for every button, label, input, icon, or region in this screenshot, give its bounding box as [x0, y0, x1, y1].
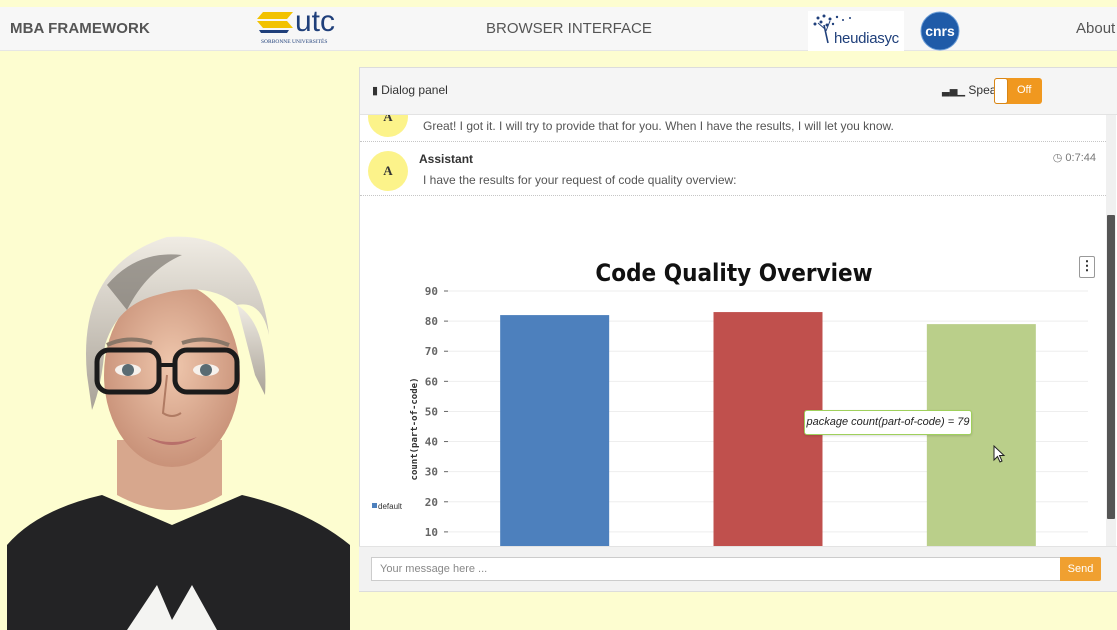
- top-navbar: MBA FRAMEWORK utc SORBONNE UNIVERSITÉS B…: [0, 5, 1117, 51]
- cnrs-logo-text: cnrs: [925, 23, 955, 39]
- message-list[interactable]: A Great! I got it. I will try to provide…: [360, 115, 1106, 579]
- list-item: A Great! I got it. I will try to provide…: [360, 115, 1106, 142]
- dialog-panel-title: ▮ Dialog panel: [372, 83, 448, 97]
- speak-toggle-state: Off: [1017, 84, 1032, 96]
- heudiasyc-logo-text: heudiasyc: [834, 30, 899, 47]
- chart-bar-class: [500, 315, 610, 562]
- dialog-panel-header: ▮ Dialog panel ▃▅▁ Speak Off: [360, 68, 1117, 115]
- y-tick-label: 10: [425, 526, 438, 539]
- clock-icon: ◷: [1052, 152, 1063, 164]
- legend-swatch: [372, 503, 377, 508]
- bar-chart-icon: ▃▅▁: [942, 86, 966, 97]
- message-text: Great! I got it. I will try to provide t…: [423, 119, 894, 133]
- virtual-agent-avatar: [7, 236, 350, 630]
- y-tick-label: 60: [425, 375, 438, 388]
- message-text: I have the results for your request of c…: [423, 173, 737, 187]
- message-author: Assistant: [419, 152, 474, 166]
- message-input-bar: Send: [359, 546, 1117, 591]
- speak-toggle[interactable]: Off: [994, 78, 1042, 104]
- assistant-avatar: A: [368, 151, 408, 191]
- legend-label: default: [378, 502, 403, 511]
- send-button[interactable]: Send: [1060, 557, 1101, 581]
- y-tick-label: 50: [425, 405, 438, 418]
- chart-tooltip: package count(part-of-code) = 79: [804, 410, 972, 435]
- list-item: A Assistant I have the results for your …: [360, 142, 1106, 196]
- utc-logo-text: utc: [295, 5, 336, 38]
- message-input[interactable]: [371, 557, 1065, 581]
- utc-mark-icon: [257, 12, 293, 33]
- message-list-scrollbar[interactable]: [1106, 115, 1116, 579]
- chart-bar-method: [713, 312, 823, 562]
- y-tick-label: 90: [425, 285, 438, 298]
- heudiasyc-logo: heudiasyc: [808, 11, 904, 51]
- scrollbar-thumb[interactable]: [1107, 215, 1115, 519]
- y-tick-label: 30: [425, 466, 438, 479]
- y-axis-label: count(part-of-code): [410, 378, 420, 481]
- page-title: BROWSER INTERFACE: [486, 20, 652, 37]
- chart-bar-package: [926, 324, 1036, 562]
- utc-logo-subtitle: SORBONNE UNIVERSITÉS: [261, 39, 328, 45]
- message-time-text: 0:7:44: [1065, 152, 1096, 164]
- brand-title[interactable]: MBA FRAMEWORK: [10, 20, 150, 37]
- assistant-avatar: A: [368, 115, 408, 137]
- about-link[interactable]: About: [1076, 20, 1115, 37]
- dialog-panel-title-text: Dialog panel: [381, 83, 448, 97]
- y-tick-label: 70: [425, 345, 438, 358]
- dialog-panel: ▮ Dialog panel ▃▅▁ Speak Off A Great! I g…: [359, 67, 1117, 592]
- mouse-cursor-icon: [993, 445, 1006, 463]
- chart-menu-button[interactable]: ⋮: [1079, 256, 1095, 278]
- cnrs-logo: cnrs: [920, 11, 960, 51]
- y-tick-label: 20: [425, 496, 438, 509]
- utc-logo: utc SORBONNE UNIVERSITÉS: [257, 5, 349, 48]
- message-time: ◷ 0:7:44: [1053, 151, 1096, 164]
- code-quality-chart: Code Quality Overview0102030405060708090…: [372, 260, 1088, 579]
- y-tick-label: 80: [425, 315, 438, 328]
- chart-title: Code Quality Overview: [595, 260, 872, 287]
- comment-icon: ▮: [372, 85, 379, 97]
- speak-toggle-knob[interactable]: [994, 78, 1008, 104]
- y-tick-label: 40: [425, 436, 438, 449]
